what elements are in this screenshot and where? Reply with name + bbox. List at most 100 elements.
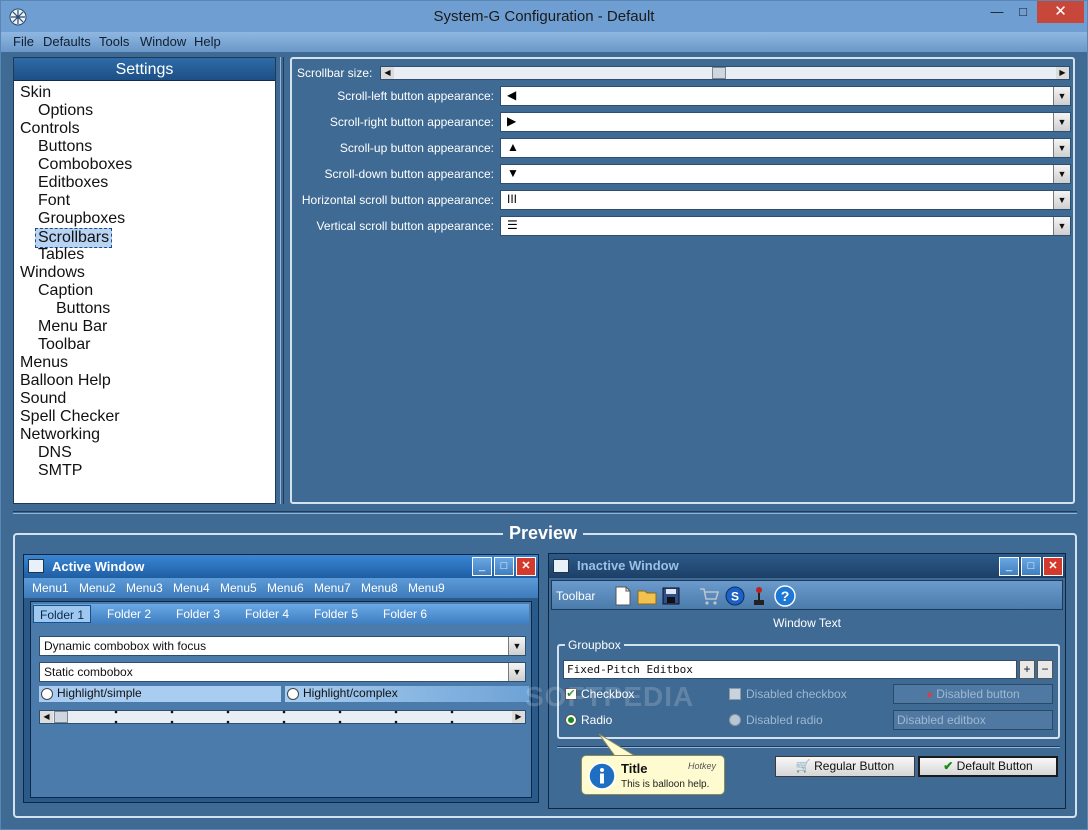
menu-file[interactable]: File xyxy=(13,34,34,49)
appearance-dropdown[interactable]: ▶ ▼ xyxy=(500,112,1071,132)
balloon-title: Title xyxy=(621,761,648,776)
scroll-right-icon[interactable]: ▶ xyxy=(1056,67,1069,79)
minimize-icon[interactable]: _ xyxy=(472,557,492,576)
scroll-left-icon[interactable]: ◀ xyxy=(40,711,53,723)
new-document-icon[interactable] xyxy=(612,585,634,607)
tree-item-options[interactable]: Options xyxy=(38,102,93,120)
regular-button[interactable]: 🛒 Regular Button xyxy=(775,756,915,777)
chevron-down-icon[interactable]: ▼ xyxy=(1053,217,1070,235)
close-button[interactable]: ✕ xyxy=(1037,1,1084,23)
preview-slider[interactable]: ◀ ▶ xyxy=(39,710,526,724)
appearance-glyph-icon: ◀ xyxy=(507,88,517,102)
scrollbar-size-thumb[interactable] xyxy=(712,67,726,79)
panel-splitter[interactable] xyxy=(280,57,284,504)
menu-help[interactable]: Help xyxy=(194,34,221,49)
preview-menu-item[interactable]: Menu6 xyxy=(267,581,304,595)
slider-thumb[interactable] xyxy=(54,711,68,723)
minimize-icon[interactable]: _ xyxy=(999,557,1019,576)
tree-item-sound[interactable]: Sound xyxy=(20,390,66,408)
radio-highlight-simple[interactable]: Highlight/simple xyxy=(39,686,281,702)
chevron-down-icon[interactable]: ▼ xyxy=(1053,191,1070,209)
tab-folder-4[interactable]: Folder 4 xyxy=(245,607,289,621)
scrollbar-size-slider[interactable]: ◀ ▶ xyxy=(380,66,1070,80)
window-icon xyxy=(28,559,44,573)
close-icon[interactable]: ✕ xyxy=(1043,557,1063,576)
tree-item-menus[interactable]: Menus xyxy=(20,354,68,372)
chevron-down-icon[interactable]: ▼ xyxy=(508,637,525,655)
appearance-dropdown[interactable]: ▼ ▼ xyxy=(500,164,1071,184)
menu-tools[interactable]: Tools xyxy=(99,34,129,49)
preview-menu-item[interactable]: Menu4 xyxy=(173,581,210,595)
disabled-button: ● Disabled button xyxy=(893,684,1053,704)
chevron-down-icon[interactable]: ▼ xyxy=(1053,113,1070,131)
tree-item-windows[interactable]: Windows xyxy=(20,264,85,282)
maximize-icon[interactable]: □ xyxy=(1021,557,1041,576)
preview-menu-item[interactable]: Menu1 xyxy=(32,581,69,595)
chevron-down-icon[interactable]: ▼ xyxy=(1053,165,1070,183)
tree-item-toolbar[interactable]: Toolbar xyxy=(38,336,90,354)
radio-selected[interactable] xyxy=(565,714,577,726)
appearance-dropdown[interactable]: III ▼ xyxy=(500,190,1071,210)
tree-item-comboboxes[interactable]: Comboboxes xyxy=(38,156,132,174)
tab-folder-6[interactable]: Folder 6 xyxy=(383,607,427,621)
tree-item-controls[interactable]: Controls xyxy=(20,120,80,138)
tree-item-scrollbars[interactable]: Scrollbars xyxy=(35,228,113,248)
tab-folder-3[interactable]: Folder 3 xyxy=(176,607,220,621)
scroll-left-icon[interactable]: ◀ xyxy=(381,67,394,79)
preview-menu-item[interactable]: Menu7 xyxy=(314,581,351,595)
tree-item-tables[interactable]: Tables xyxy=(38,246,84,264)
chevron-down-icon[interactable]: ▼ xyxy=(508,663,525,681)
tree-item-spell-checker[interactable]: Spell Checker xyxy=(20,408,120,426)
radio-highlight-complex[interactable]: Highlight/complex xyxy=(285,686,529,702)
minimize-button[interactable]: — xyxy=(984,1,1010,23)
help-circle-icon[interactable]: ? xyxy=(774,585,796,607)
balloon-help: Title Hotkey This is balloon help. xyxy=(581,755,725,795)
tab-folder-1[interactable]: Folder 1 xyxy=(33,605,92,623)
maximize-button[interactable]: □ xyxy=(1010,1,1036,23)
disabled-button-label: Disabled button xyxy=(936,687,1020,701)
menu-window[interactable]: Window xyxy=(140,34,186,49)
tree-item-buttons[interactable]: Buttons xyxy=(56,300,110,318)
close-icon[interactable]: ✕ xyxy=(516,557,536,576)
appearance-dropdown[interactable]: ▲ ▼ xyxy=(500,138,1071,158)
save-disk-icon[interactable] xyxy=(660,585,682,607)
scroll-right-icon[interactable]: ▶ xyxy=(512,711,525,723)
tree-item-balloon-help[interactable]: Balloon Help xyxy=(20,372,111,390)
chevron-down-icon[interactable]: ▼ xyxy=(1053,139,1070,157)
menu-defaults[interactable]: Defaults xyxy=(43,34,91,49)
tree-item-caption[interactable]: Caption xyxy=(38,282,93,300)
preview-menu-item[interactable]: Menu2 xyxy=(79,581,116,595)
open-folder-icon[interactable] xyxy=(636,585,658,607)
shopping-cart-icon[interactable] xyxy=(698,585,720,607)
tree-item-groupboxes[interactable]: Groupboxes xyxy=(38,210,125,228)
tree-item-menu-bar[interactable]: Menu Bar xyxy=(38,318,107,336)
radio-label: Radio xyxy=(581,713,613,727)
appearance-dropdown[interactable]: ◀ ▼ xyxy=(500,86,1071,106)
preview-menu-item[interactable]: Menu3 xyxy=(126,581,163,595)
static-combo[interactable]: Static combobox ▼ xyxy=(39,662,526,682)
preview-menu-item[interactable]: Menu5 xyxy=(220,581,257,595)
tree-item-dns[interactable]: DNS xyxy=(38,444,72,462)
tree-item-networking[interactable]: Networking xyxy=(20,426,100,444)
tree-item-smtp[interactable]: SMTP xyxy=(38,462,82,480)
spin-plus-button[interactable]: + xyxy=(1019,660,1035,679)
joystick-icon[interactable] xyxy=(748,585,770,607)
sync-circle-icon[interactable]: S xyxy=(724,585,746,607)
tab-folder-5[interactable]: Folder 5 xyxy=(314,607,358,621)
tree-item-font[interactable]: Font xyxy=(38,192,70,210)
appearance-dropdown[interactable]: ☰ ▼ xyxy=(500,216,1071,236)
fixed-pitch-editbox[interactable]: Fixed-Pitch Editbox xyxy=(563,660,1017,679)
tree-item-skin[interactable]: Skin xyxy=(20,84,51,102)
tab-folder-2[interactable]: Folder 2 xyxy=(107,607,151,621)
default-button[interactable]: ✔ Default Button xyxy=(918,756,1058,777)
option-label: Horizontal scroll button appearance: xyxy=(301,193,494,207)
combo-with-focus[interactable]: Dynamic combobox with focus ▼ xyxy=(39,636,526,656)
preview-menu-item[interactable]: Menu8 xyxy=(361,581,398,595)
spin-minus-button[interactable]: − xyxy=(1037,660,1053,679)
chevron-down-icon[interactable]: ▼ xyxy=(1053,87,1070,105)
active-window-menubar: Menu1 Menu2 Menu3 Menu4 Menu5 Menu6 Menu7 Menu8… xyxy=(24,578,538,598)
preview-menu-item[interactable]: Menu9 xyxy=(408,581,445,595)
maximize-icon[interactable]: □ xyxy=(494,557,514,576)
tree-item-editboxes[interactable]: Editboxes xyxy=(38,174,108,192)
tree-item-buttons[interactable]: Buttons xyxy=(38,138,92,156)
